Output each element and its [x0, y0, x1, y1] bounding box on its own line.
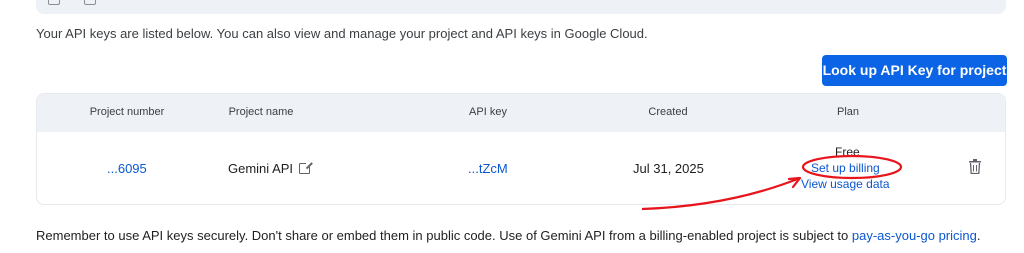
set-up-billing-link[interactable]: Set up billing: [811, 161, 880, 175]
table-header: Project number Project name API key Crea…: [37, 94, 1005, 132]
api-key-link[interactable]: ...tZcM: [468, 161, 508, 176]
header-created: Created: [648, 106, 688, 118]
api-keys-page: Your API keys are listed below. You can …: [0, 0, 1024, 253]
created-date: Jul 31, 2025: [633, 161, 704, 176]
view-usage-data-link[interactable]: View usage data: [801, 177, 890, 191]
copy-icon[interactable]: [48, 0, 60, 5]
header-api-key: API key: [469, 106, 507, 118]
trash-icon[interactable]: [969, 159, 981, 174]
lookup-api-key-button[interactable]: Look up API Key for project: [822, 55, 1007, 86]
pay-as-you-go-link[interactable]: pay-as-you-go pricing: [852, 228, 977, 243]
intro-text: Your API keys are listed below. You can …: [36, 26, 648, 41]
delete-icon[interactable]: [84, 0, 96, 5]
project-name-cell[interactable]: Gemini API: [228, 161, 313, 176]
footer-text: Remember to use API keys securely. Don't…: [36, 228, 981, 243]
header-plan: Plan: [836, 106, 860, 118]
header-project-number: Project number: [89, 106, 165, 118]
top-card-partial: [36, 0, 1006, 14]
footer-message: Remember to use API keys securely. Don't…: [36, 228, 852, 243]
project-name-text: Gemini API: [228, 161, 294, 176]
project-number-link[interactable]: ...6095: [107, 161, 147, 176]
header-project-name: Project name: [228, 106, 294, 118]
api-keys-table: Project number Project name API key Crea…: [36, 93, 1006, 205]
plan-label: Free: [835, 145, 860, 159]
footer-period: .: [976, 228, 981, 243]
external-link-icon[interactable]: [299, 161, 313, 174]
